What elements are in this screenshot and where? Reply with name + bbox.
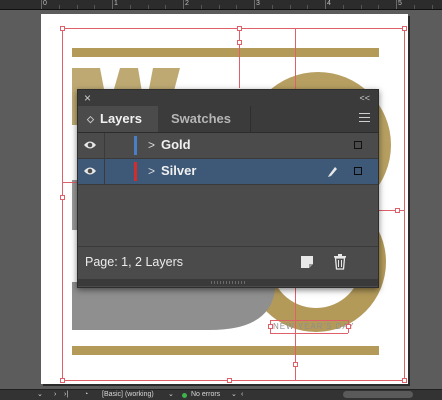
frame-edge-top <box>62 28 405 29</box>
panel-resize-grip[interactable] <box>78 279 378 286</box>
tab-layers-label: Layers <box>100 111 142 126</box>
eye-icon[interactable] <box>83 139 97 151</box>
selection-box-silver[interactable] <box>354 167 362 175</box>
status-bar: ⌄ › ›| ◔ [Basic] (working) ⌄ No errors ⌄… <box>0 389 442 400</box>
frame-vertical-left <box>239 28 240 88</box>
selection-box-gold[interactable] <box>354 141 362 149</box>
frame-handle-mid-left[interactable] <box>60 195 65 200</box>
tag-handle-left[interactable] <box>268 324 273 329</box>
new-layer-icon[interactable] <box>300 255 314 269</box>
layer-name-silver[interactable]: Silver <box>161 163 196 178</box>
panel-footer: Page: 1, 2 Layers <box>78 246 378 280</box>
layer-row-gold[interactable]: > Gold <box>78 133 378 159</box>
gold-bar-top[interactable] <box>72 48 379 57</box>
tab-layers[interactable]: ◇ Layers <box>78 106 158 132</box>
collapse-panel-icon[interactable]: << <box>359 92 370 104</box>
frame-edge-bottom <box>62 380 405 381</box>
tag-handle-right[interactable] <box>346 324 351 329</box>
layer-name-gold[interactable]: Gold <box>161 137 191 152</box>
tab-swatches-label: Swatches <box>171 111 231 126</box>
panel-titlebar[interactable]: × << <box>78 90 378 106</box>
layer-color-gold <box>134 136 137 155</box>
horizontal-scrollbar[interactable] <box>343 391 413 398</box>
tag-frame-bottom <box>270 333 348 334</box>
frame-handle-top-right[interactable] <box>402 26 407 31</box>
layer-row-silver[interactable]: > Silver <box>78 159 378 185</box>
frame-edge-right <box>404 28 405 380</box>
status-ok-icon <box>182 393 187 398</box>
frame-handle-bottom-right[interactable] <box>402 378 407 383</box>
close-icon[interactable]: × <box>84 91 91 105</box>
tab-swatches[interactable]: Swatches <box>158 106 251 132</box>
page-layers-count: Page: 1, 2 Layers <box>85 255 183 269</box>
frame-handle-bottom-left[interactable] <box>60 378 65 383</box>
layer-color-silver <box>134 162 137 181</box>
tag-frame-top <box>270 320 348 321</box>
frame-edge-left <box>62 28 63 380</box>
layers-panel[interactable]: × << ◇ Layers Swatches > Gold > Silver P… <box>77 89 379 288</box>
pen-icon <box>328 167 337 177</box>
panel-tabs: ◇ Layers Swatches <box>78 106 378 133</box>
eye-icon[interactable] <box>83 165 97 177</box>
frame-handle-top-left[interactable] <box>60 26 65 31</box>
new-years-day-text[interactable]: NEW YEAR'S DAY <box>273 322 354 331</box>
lock-column[interactable] <box>104 133 105 158</box>
frame-handle-mid-right[interactable] <box>395 208 400 213</box>
expand-arrow-icon[interactable]: > <box>148 138 155 152</box>
frame-handle-top-mid[interactable] <box>237 26 242 31</box>
trash-icon[interactable] <box>332 253 348 270</box>
frame-handle-upper[interactable] <box>237 40 242 45</box>
lock-column[interactable] <box>104 159 105 184</box>
expand-arrow-icon[interactable]: > <box>148 164 155 178</box>
frame-handle-bottom-mid[interactable] <box>227 378 232 383</box>
tab-updown-icon: ◇ <box>87 114 94 124</box>
tag-handle-bottom[interactable] <box>293 362 298 367</box>
panel-menu-icon[interactable] <box>359 113 370 123</box>
gold-bar-bottom[interactable] <box>72 346 379 355</box>
